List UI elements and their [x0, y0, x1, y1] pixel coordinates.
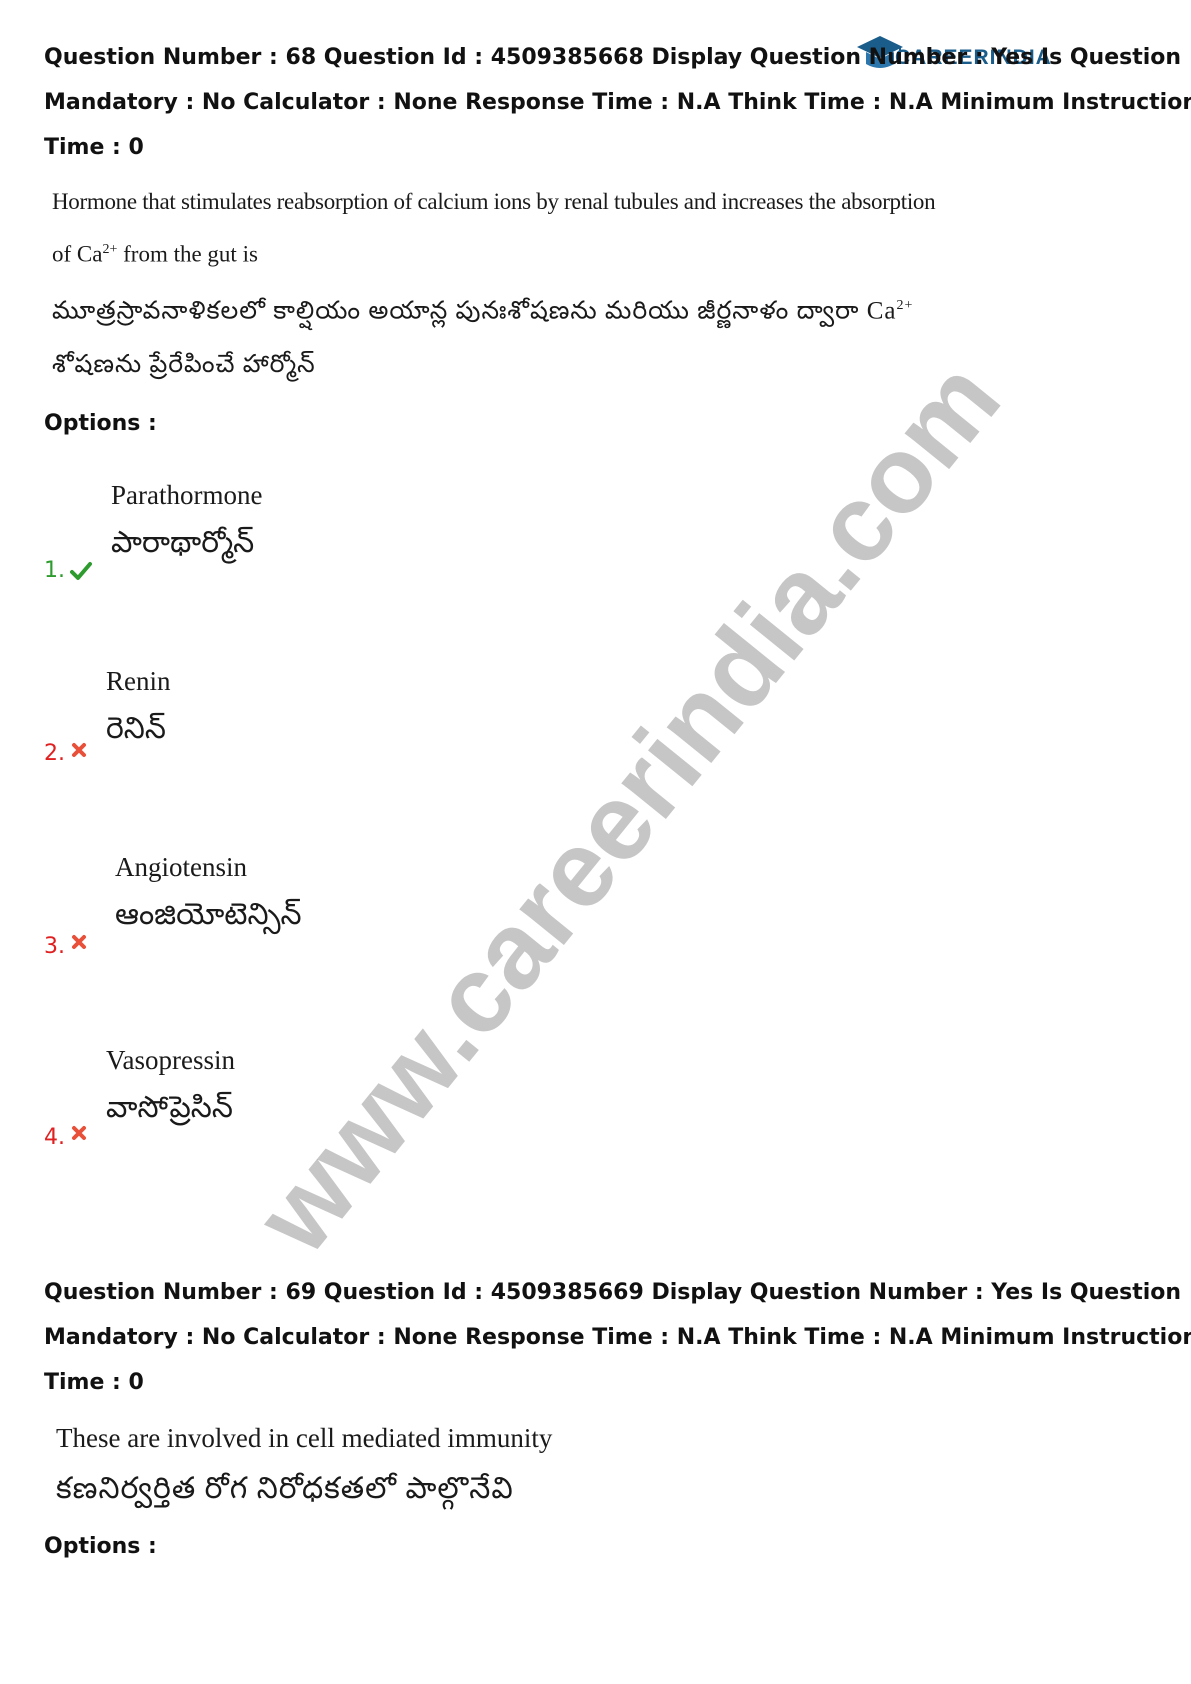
question-text-te-line: శోషణను ప్రేరేపించే హార్మోన్ [52, 350, 316, 378]
option-text-te: రెనిన్ [106, 712, 166, 745]
meta-line: Question Number : 69 Question Id : 45093… [44, 1280, 1182, 1305]
option-text-te: ఆంజియోటెన్సిన్ [115, 898, 302, 931]
option-number: 1. [44, 558, 65, 583]
options-label: Options : [44, 1534, 157, 1559]
meta-line: Time : 0 [44, 135, 144, 160]
option-text: Renin రెనిన్ [106, 661, 171, 757]
question-text-te-line: కణనిర్వర్తిత రోగ నిరోధకతలో పాల్గొనేవి [56, 1472, 514, 1505]
cross-icon [72, 935, 86, 949]
option-3: Angiotensin ఆంజియోటెన్సిన్ 3. [0, 842, 700, 1022]
option-4: Vasopressin వాసోప్రెసిన్ 4. [0, 1035, 700, 1215]
option-text-te: పారాథార్మోన్ [111, 526, 255, 559]
question-69-meta: Question Number : 69 Question Id : 45093… [44, 1270, 1191, 1405]
option-number: 2. [44, 741, 65, 766]
cross-icon [72, 743, 86, 757]
option-number: 3. [44, 934, 65, 959]
option-text-en: Parathormone [111, 480, 263, 510]
question-text-en-line: of Ca2+ from the gut is [52, 241, 258, 267]
option-1: Parathormone పారాథార్మోన్ 1. [0, 470, 700, 650]
options-label: Options : [44, 411, 157, 436]
check-icon [70, 562, 92, 580]
option-text-te: వాసోప్రెసిన్ [106, 1091, 233, 1124]
option-text-en: Renin [106, 666, 171, 696]
option-text: Vasopressin వాసోప్రెసిన్ [106, 1040, 235, 1136]
cross-icon [72, 1126, 86, 1140]
option-text-en: Vasopressin [106, 1045, 235, 1075]
option-text: Parathormone పారాథార్మోన్ [111, 475, 262, 571]
meta-line: Mandatory : No Calculator : None Respons… [44, 90, 1191, 115]
question-text-te-line: మూత్రస్రావనాళికలలో కాల్షియం అయాన్ల పునఃశ… [52, 296, 914, 324]
question-68-text: Hormone that stimulates reabsorption of … [52, 178, 936, 392]
option-2: Renin రెనిన్ 2. [0, 656, 700, 836]
option-number: 4. [44, 1125, 65, 1150]
question-69-text: These are involved in cell mediated immu… [56, 1414, 552, 1516]
document-page: CAREERINDIA Question Number : 68 Questio… [0, 0, 1191, 1684]
question-text-en-line: Hormone that stimulates reabsorption of … [52, 189, 936, 214]
question-68-meta: Question Number : 68 Question Id : 45093… [44, 35, 1191, 170]
meta-line: Time : 0 [44, 1370, 144, 1395]
question-text-en-line: These are involved in cell mediated immu… [56, 1423, 553, 1453]
option-text-en: Angiotensin [115, 852, 247, 882]
meta-line: Mandatory : No Calculator : None Respons… [44, 1325, 1191, 1350]
option-text: Angiotensin ఆంజియోటెన్సిన్ [115, 847, 302, 943]
meta-line: Question Number : 68 Question Id : 45093… [44, 45, 1182, 70]
